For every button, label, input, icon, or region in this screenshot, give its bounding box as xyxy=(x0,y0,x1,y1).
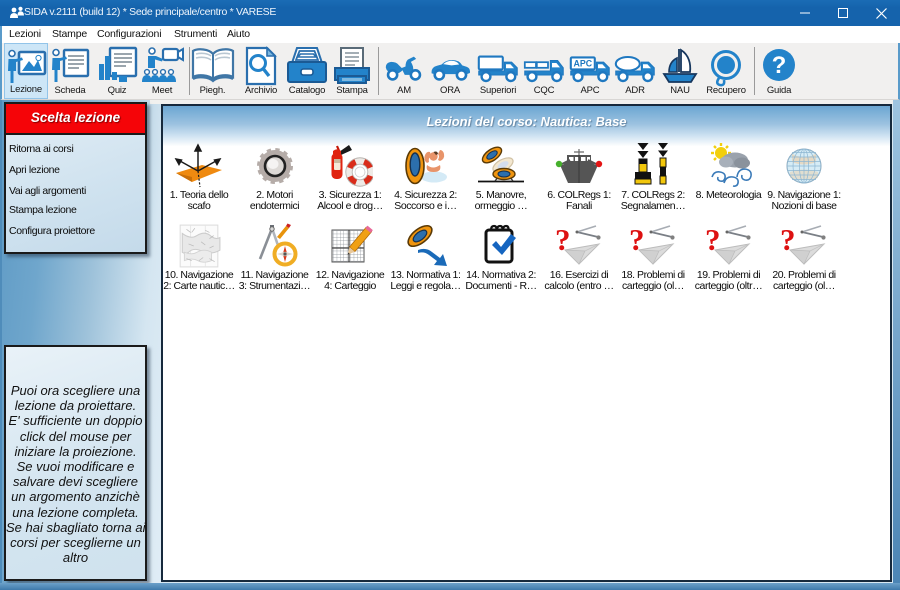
svg-text:?: ? xyxy=(705,223,721,257)
svg-text:APC: APC xyxy=(574,59,593,69)
svg-text:?: ? xyxy=(772,52,787,79)
svg-text:?: ? xyxy=(780,223,796,257)
svg-text:?: ? xyxy=(629,223,645,257)
svg-text:?: ? xyxy=(555,223,571,257)
